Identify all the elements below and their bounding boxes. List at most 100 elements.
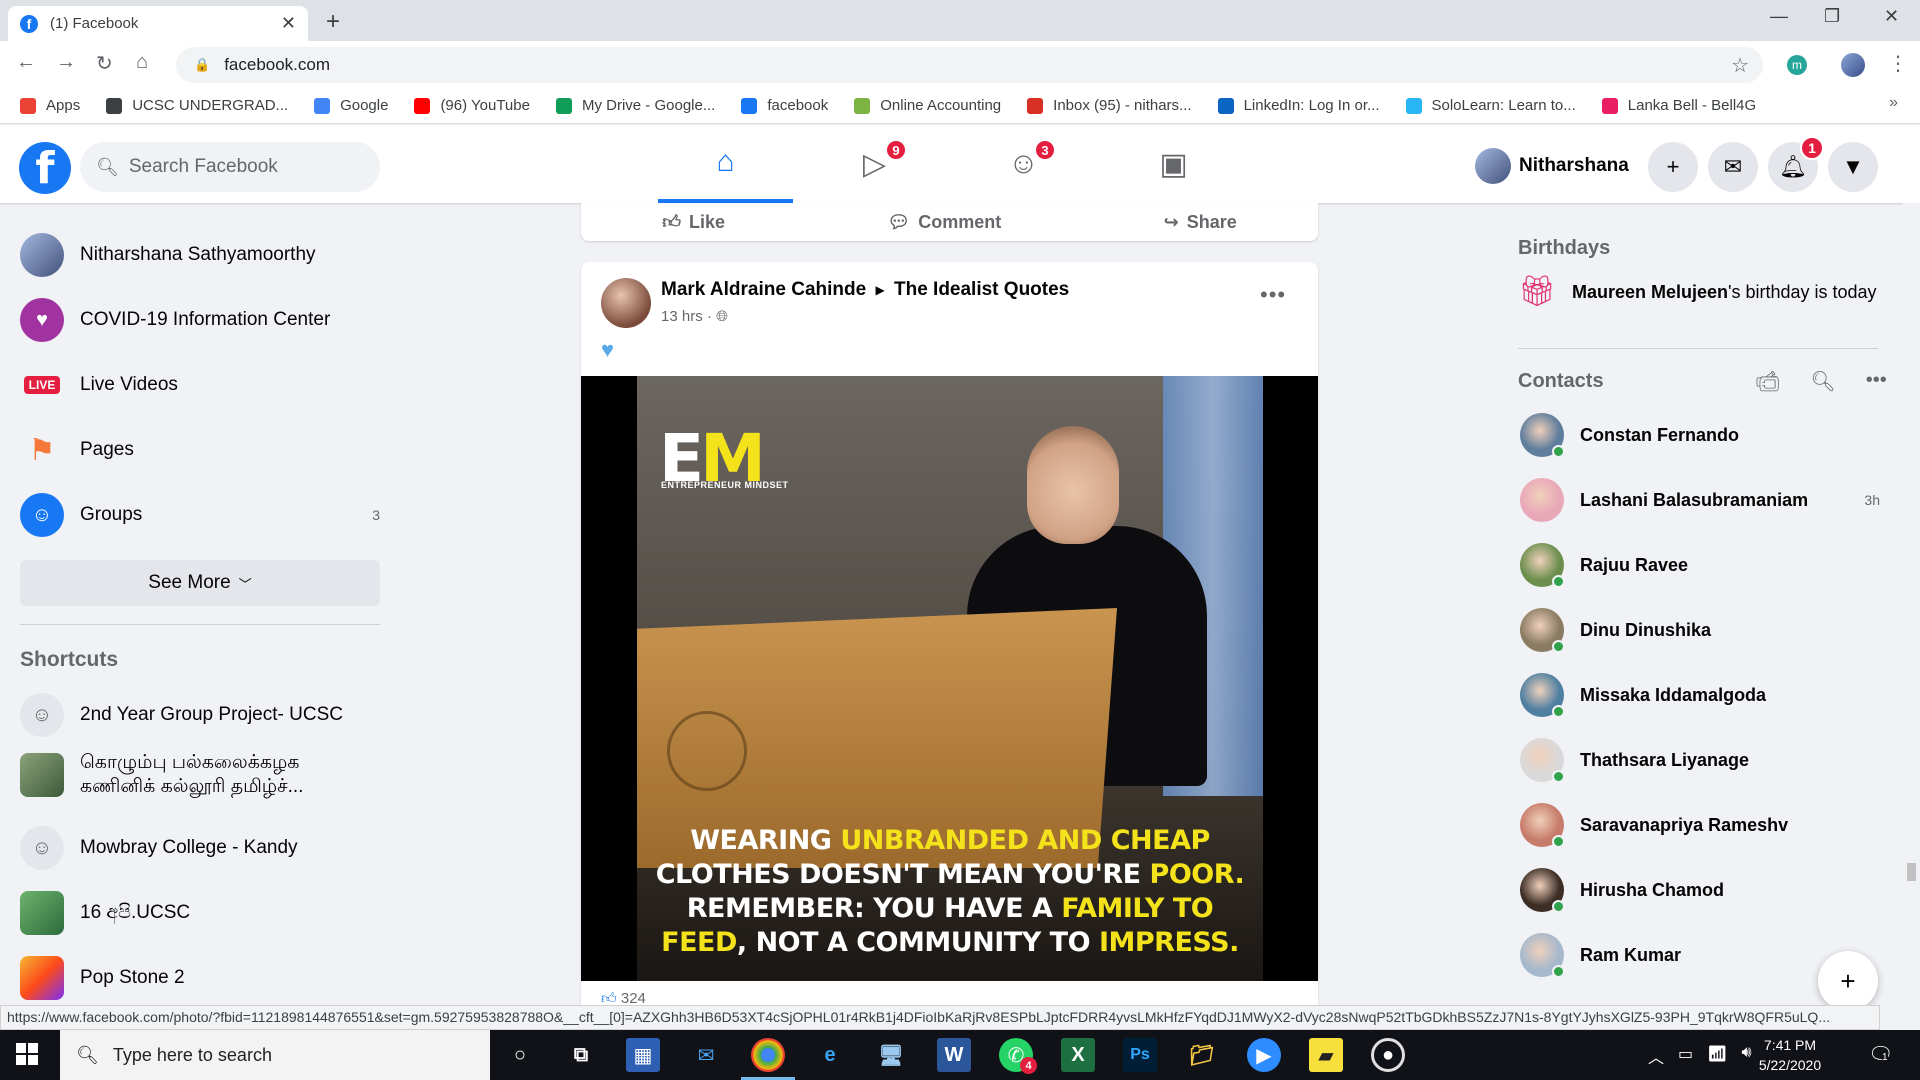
contact-item[interactable]: Missaka Iddamalgoda xyxy=(1520,673,1880,718)
mail-icon[interactable]: ✉ xyxy=(689,1038,723,1072)
computer-icon[interactable]: 🖥︎ xyxy=(874,1038,908,1072)
file-explorer-icon[interactable]: 📁︎ xyxy=(1185,1038,1219,1072)
taskbar-search-input[interactable]: 🔍︎ Type here to search xyxy=(60,1030,490,1080)
close-window-icon[interactable]: ✕ xyxy=(1884,6,1899,27)
more-options-icon[interactable]: ••• xyxy=(1260,282,1286,308)
wifi-icon[interactable]: 📶︎ xyxy=(1707,1044,1727,1068)
notifications-button[interactable]: 🔔︎ 1 xyxy=(1768,136,1824,192)
see-more-button[interactable]: See More ﹀ xyxy=(20,560,380,606)
tab-home[interactable]: ⌂ xyxy=(658,125,793,203)
minimize-icon[interactable]: — xyxy=(1770,6,1788,27)
shortcut-item[interactable]: 16 අපි.UCSC xyxy=(20,891,380,935)
reload-icon[interactable]: ↻ xyxy=(96,51,113,76)
media-player-icon[interactable]: ● xyxy=(1371,1038,1405,1072)
battery-icon[interactable]: ▭ xyxy=(1678,1044,1693,1068)
whatsapp-icon[interactable]: ✆ 4 xyxy=(999,1038,1037,1074)
create-button[interactable]: + xyxy=(1648,142,1698,192)
contact-item[interactable]: Constan Fernando xyxy=(1520,413,1880,458)
more-options-icon[interactable]: ••• xyxy=(1866,369,1887,394)
comment-label: Comment xyxy=(918,211,1002,232)
back-icon[interactable]: ← xyxy=(16,51,36,74)
bookmark-star-icon[interactable]: ☆ xyxy=(1731,53,1749,78)
contact-item[interactable]: Hirusha Chamod xyxy=(1520,868,1880,913)
em-logo-subtitle: ENTREPRENEUR MINDSET xyxy=(661,480,789,490)
contact-item[interactable]: Dinu Dinushika xyxy=(1520,608,1880,653)
tab-watch[interactable]: ▷ 9 xyxy=(807,125,942,203)
edge-icon[interactable]: e xyxy=(813,1038,847,1072)
bookmark-item[interactable]: Lanka Bell - Bell4G xyxy=(1601,97,1756,114)
new-tab-icon[interactable]: + xyxy=(326,8,340,36)
post-author-link[interactable]: Mark Aldraine Cahinde xyxy=(661,279,866,300)
action-center-icon[interactable]: 🗨︎ 1 xyxy=(1868,1042,1893,1067)
bookmark-label: Apps xyxy=(46,97,81,114)
bookmark-item[interactable]: UCSC UNDERGRAD... xyxy=(106,97,288,114)
bookmark-item[interactable]: LinkedIn: Log In or... xyxy=(1217,97,1380,114)
contact-item[interactable]: Saravanapriya Rameshv xyxy=(1520,803,1880,848)
birthday-item[interactable]: 🎁︎ Maureen Melujeen's birthday is today xyxy=(1518,277,1878,320)
shortcut-item[interactable]: ☺ Mowbray College - Kandy xyxy=(20,826,380,870)
comment-button[interactable]: 💬︎ Comment xyxy=(887,212,1001,233)
store-icon[interactable]: ▦ xyxy=(626,1038,660,1072)
new-message-button[interactable]: + xyxy=(1818,951,1878,1011)
contact-item[interactable]: Lashani Balasubramaniam 3h xyxy=(1520,478,1880,522)
scrollbar[interactable] xyxy=(1903,203,1920,1013)
address-bar[interactable]: 🔒 facebook.com ☆ xyxy=(176,47,1763,83)
bookmark-item[interactable]: Inbox (95) - nithars... xyxy=(1027,97,1192,114)
chrome-icon[interactable] xyxy=(741,1038,795,1080)
bookmark-item[interactable]: (96) YouTube xyxy=(414,97,530,114)
extension-icon[interactable]: m xyxy=(1787,55,1807,75)
sidebar-item-live-videos[interactable]: LIVE Live Videos xyxy=(20,363,380,407)
task-view-icon[interactable]: ⧉ xyxy=(564,1038,598,1072)
tab-gaming[interactable]: ▣ xyxy=(1106,125,1241,203)
forward-icon[interactable]: → xyxy=(56,51,76,74)
chrome-menu-icon[interactable]: ⋮ xyxy=(1888,51,1908,76)
share-button[interactable]: ↪ Share xyxy=(1164,212,1237,233)
shortcut-item[interactable]: Pop Stone 2 xyxy=(20,956,380,1000)
post-photo[interactable]: EM ENTREPRENEUR MINDSET WEARING UNBRANDE… xyxy=(581,376,1318,981)
cortana-icon[interactable]: ○ xyxy=(503,1038,537,1072)
post-time[interactable]: 13 hrs · xyxy=(661,308,712,325)
word-icon[interactable]: W xyxy=(937,1038,971,1072)
close-tab-icon[interactable]: ✕ xyxy=(281,13,296,34)
profile-chip[interactable]: Nitharshana xyxy=(1475,146,1629,186)
tab-groups[interactable]: ☺ 3 xyxy=(956,125,1091,203)
avatar xyxy=(1520,673,1565,718)
sidebar-item-groups[interactable]: ☺ Groups 3 xyxy=(20,493,380,537)
bookmarks-overflow-icon[interactable]: » xyxy=(1889,94,1898,112)
like-button[interactable]: 👍︎ Like xyxy=(662,211,725,233)
contact-item[interactable]: Rajuu Ravee xyxy=(1520,543,1880,588)
avatar[interactable] xyxy=(601,278,651,328)
home-icon[interactable]: ⌂ xyxy=(136,51,148,74)
bookmark-item[interactable]: Online Accounting xyxy=(854,97,1001,114)
excel-icon[interactable]: X xyxy=(1061,1038,1095,1072)
bookmark-item[interactable]: SoloLearn: Learn to... xyxy=(1405,97,1576,114)
windows-start-icon[interactable] xyxy=(16,1043,38,1065)
sticky-notes-icon[interactable]: ▰ xyxy=(1309,1038,1343,1072)
restore-icon[interactable]: ❐ xyxy=(1824,6,1840,27)
bookmark-item[interactable]: Google xyxy=(314,97,388,114)
chrome-profile-avatar[interactable] xyxy=(1841,53,1865,77)
search-icon[interactable]: 🔍︎ xyxy=(1810,369,1835,394)
messenger-button[interactable]: ✉ xyxy=(1708,142,1758,192)
sidebar-item-pages[interactable]: ⚑ Pages xyxy=(20,428,380,472)
new-room-icon[interactable]: 📹︎ xyxy=(1755,369,1780,394)
facebook-search-input[interactable]: 🔍︎ Search Facebook xyxy=(80,142,380,192)
scrollbar-thumb[interactable] xyxy=(1907,863,1916,881)
bookmark-item[interactable]: My Drive - Google... xyxy=(555,97,715,114)
account-menu-button[interactable]: ▼ xyxy=(1828,142,1878,192)
chevron-up-icon[interactable]: ︿ xyxy=(1648,1044,1664,1068)
avatar xyxy=(1520,543,1565,588)
photoshop-icon[interactable]: Ps xyxy=(1123,1038,1157,1072)
system-clock[interactable]: 7:41 PM 5/22/2020 xyxy=(1745,1035,1835,1075)
contact-item[interactable]: Thathsara Liyanage xyxy=(1520,738,1880,783)
zoom-icon[interactable]: ▶ xyxy=(1247,1038,1281,1072)
facebook-logo-icon[interactable]: f xyxy=(19,142,71,194)
shortcut-item[interactable]: கொழும்பு பல்கலைக்கழக கணினிக் கல்லூரி தமி… xyxy=(20,751,380,799)
bookmark-item[interactable]: facebook xyxy=(741,97,828,114)
shortcut-item[interactable]: ☺ 2nd Year Group Project- UCSC xyxy=(20,693,380,737)
post-group-link[interactable]: The Idealist Quotes xyxy=(894,279,1069,300)
sidebar-item-profile[interactable]: Nitharshana Sathyamoorthy xyxy=(20,233,380,277)
browser-tab-facebook[interactable]: f (1) Facebook ✕ xyxy=(8,6,308,41)
bookmark-item[interactable]: Apps xyxy=(20,97,80,114)
sidebar-item-covid[interactable]: ♥ COVID-19 Information Center xyxy=(20,298,380,342)
